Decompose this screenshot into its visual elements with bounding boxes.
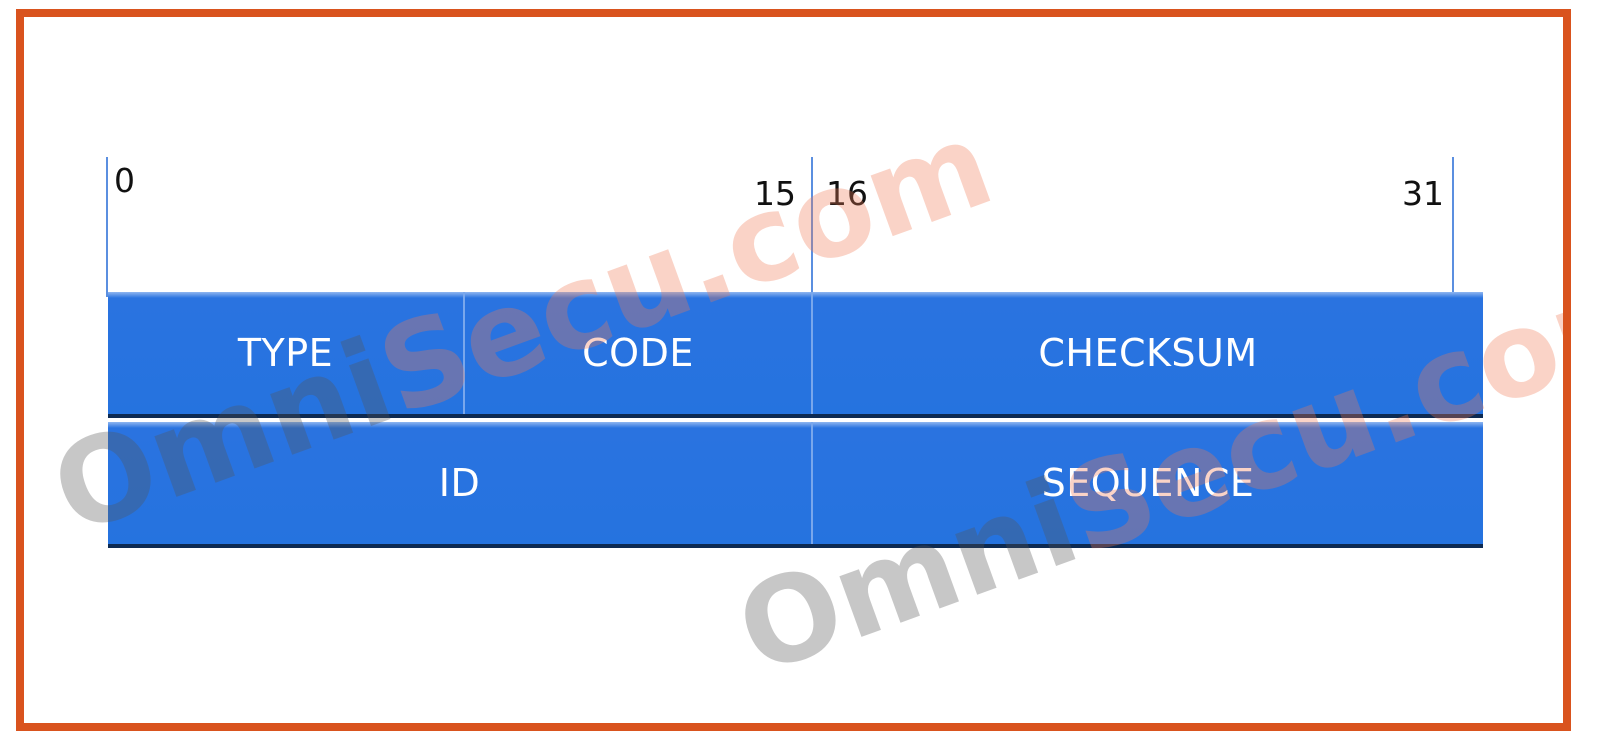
header-row-type-code-checksum: TYPE CODE CHECKSUM	[108, 292, 1483, 414]
bit-line-0	[106, 157, 108, 297]
diagram-frame: 0 15 16 31 TYPE CODE CHECKSUM ID SEQUENC…	[16, 9, 1571, 731]
field-checksum-label: CHECKSUM	[1038, 331, 1258, 375]
field-checksum: CHECKSUM	[813, 292, 1483, 414]
field-id-label: ID	[438, 461, 481, 505]
bit-label-31: 31	[1402, 174, 1444, 213]
bit-line-16	[811, 157, 813, 297]
bit-label-0: 0	[114, 161, 135, 200]
bit-label-16: 16	[826, 174, 868, 213]
field-type-label: TYPE	[237, 331, 334, 375]
field-sequence-label: SEQUENCE	[1041, 461, 1255, 505]
field-id: ID	[108, 422, 813, 544]
field-code-label: CODE	[582, 331, 694, 375]
field-sequence: SEQUENCE	[813, 422, 1483, 544]
field-code: CODE	[465, 292, 813, 414]
bit-label-15: 15	[754, 174, 796, 213]
field-type: TYPE	[108, 292, 465, 414]
bit-line-31	[1452, 157, 1454, 297]
header-row-id-sequence: ID SEQUENCE	[108, 422, 1483, 544]
